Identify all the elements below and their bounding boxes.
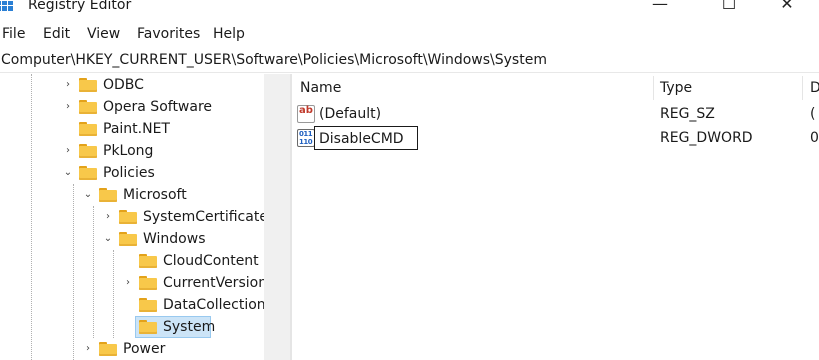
tree-scrollbar[interactable] bbox=[264, 74, 290, 360]
tree-item-systemcertificates[interactable]: › SystemCertificates bbox=[0, 206, 264, 228]
column-divider[interactable] bbox=[802, 76, 803, 100]
chevron-right-icon[interactable]: › bbox=[62, 144, 74, 158]
column-divider[interactable] bbox=[653, 76, 654, 100]
folder-icon bbox=[79, 78, 97, 92]
value-type: REG_SZ bbox=[660, 106, 715, 122]
tree-item-label: System bbox=[163, 319, 216, 335]
chevron-right-icon[interactable]: › bbox=[122, 276, 134, 290]
tree-item-microsoft[interactable]: ⌄ Microsoft bbox=[0, 184, 264, 206]
folder-icon bbox=[79, 166, 97, 180]
folder-icon bbox=[99, 342, 117, 356]
window-title: Registry Editor bbox=[28, 0, 132, 13]
tree-item-label: Windows bbox=[143, 231, 206, 247]
menu-bar: File Edit View Favorites Help bbox=[0, 22, 819, 46]
tree-item-cloudcontent[interactable]: CloudContent bbox=[0, 250, 264, 272]
title-bar: Registry Editor — ☐ ✕ bbox=[0, 0, 819, 16]
tree-item-label: CurrentVersion bbox=[163, 275, 264, 291]
folder-icon bbox=[79, 144, 97, 158]
tree-item-label: Microsoft bbox=[123, 187, 187, 203]
menu-edit[interactable]: Edit bbox=[43, 25, 70, 43]
column-header-type[interactable]: Type bbox=[660, 76, 692, 100]
tree-item-currentversion[interactable]: › CurrentVersion bbox=[0, 272, 264, 294]
address-bar[interactable]: Computer\HKEY_CURRENT_USER\Software\Poli… bbox=[0, 48, 819, 73]
chevron-right-icon[interactable]: › bbox=[102, 210, 114, 224]
tree-item-odbc[interactable]: › ODBC bbox=[0, 74, 264, 96]
menu-help[interactable]: Help bbox=[213, 25, 245, 43]
chevron-right-icon[interactable]: › bbox=[82, 342, 94, 356]
folder-icon bbox=[139, 298, 157, 312]
tree-item-label: Policies bbox=[103, 165, 155, 181]
tree-item-label: Opera Software bbox=[103, 99, 213, 115]
folder-icon bbox=[119, 210, 137, 224]
value-row-default[interactable]: ab (Default) REG_SZ ( bbox=[292, 102, 819, 126]
minimize-button[interactable]: — bbox=[645, 0, 675, 14]
tree-item-datacollection[interactable]: DataCollection bbox=[0, 294, 264, 316]
registry-key-tree[interactable]: › ODBC › Opera Software Paint.NET › PkLo… bbox=[0, 74, 264, 360]
rename-input[interactable] bbox=[319, 129, 413, 149]
rename-edit-box[interactable] bbox=[314, 126, 418, 150]
value-data: 0 bbox=[810, 130, 819, 146]
tree-item-system[interactable]: System bbox=[0, 316, 264, 338]
maximize-button[interactable]: ☐ bbox=[714, 0, 744, 14]
chevron-down-icon[interactable]: ⌄ bbox=[82, 188, 94, 202]
chevron-right-icon[interactable]: › bbox=[62, 100, 74, 114]
value-type: REG_DWORD bbox=[660, 130, 753, 146]
tree-item-policies[interactable]: ⌄ Policies bbox=[0, 162, 264, 184]
menu-file[interactable]: File bbox=[2, 25, 25, 43]
chevron-right-icon[interactable]: › bbox=[62, 78, 74, 92]
column-header-data[interactable]: D bbox=[810, 76, 819, 100]
tree-item-label: Power bbox=[123, 341, 166, 357]
tree-item-label: CloudContent bbox=[163, 253, 259, 269]
chevron-down-icon[interactable]: ⌄ bbox=[62, 166, 74, 180]
chevron-down-icon[interactable]: ⌄ bbox=[102, 232, 114, 246]
dword-value-icon: 011 110 bbox=[297, 129, 315, 147]
value-data: ( bbox=[810, 106, 816, 122]
tree-item-label: SystemCertificates bbox=[143, 209, 264, 225]
menu-view[interactable]: View bbox=[87, 25, 120, 43]
tree-item-opera-software[interactable]: › Opera Software bbox=[0, 96, 264, 118]
tree-item-paint-net[interactable]: Paint.NET bbox=[0, 118, 264, 140]
tree-item-power[interactable]: › Power bbox=[0, 338, 264, 360]
value-row-disablecmd[interactable]: 011110 REG_DWORD 0 bbox=[292, 126, 819, 150]
folder-icon bbox=[139, 320, 157, 334]
tree-item-windows[interactable]: ⌄ Windows bbox=[0, 228, 264, 250]
tree-item-label: PkLong bbox=[103, 143, 154, 159]
folder-icon bbox=[79, 122, 97, 136]
value-name: (Default) bbox=[319, 106, 382, 122]
folder-icon bbox=[139, 276, 157, 290]
folder-icon bbox=[79, 100, 97, 114]
menu-favorites[interactable]: Favorites bbox=[137, 25, 200, 43]
address-path[interactable]: Computer\HKEY_CURRENT_USER\Software\Poli… bbox=[1, 51, 547, 69]
string-value-icon: ab bbox=[297, 105, 315, 123]
values-list[interactable]: Name Type D ab (Default) REG_SZ ( 011 110… bbox=[292, 74, 819, 360]
tree-item-label: Paint.NET bbox=[103, 121, 170, 137]
tree-item-label: ODBC bbox=[103, 77, 144, 93]
column-header-name[interactable]: Name bbox=[300, 76, 341, 100]
close-button[interactable]: ✕ bbox=[772, 0, 802, 14]
tree-item-pklong[interactable]: › PkLong bbox=[0, 140, 264, 162]
tree-item-label: DataCollection bbox=[163, 297, 264, 313]
folder-icon bbox=[99, 188, 117, 202]
folder-icon bbox=[119, 232, 137, 246]
registry-editor-app-icon bbox=[0, 0, 13, 11]
folder-icon bbox=[139, 254, 157, 268]
